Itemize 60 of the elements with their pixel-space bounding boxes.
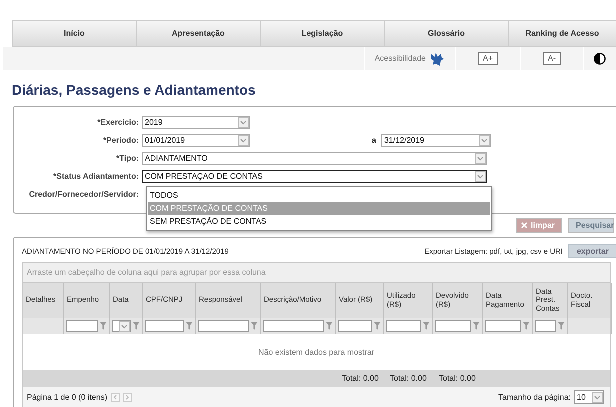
next-page-button[interactable] (122, 392, 132, 402)
filter-icon[interactable] (374, 322, 381, 330)
caret-icon (475, 152, 486, 164)
nav-tab[interactable]: Início (13, 21, 137, 46)
caret-icon (479, 134, 490, 146)
year-select[interactable]: 2019 (142, 116, 250, 128)
export-button[interactable]: exportar (568, 244, 616, 258)
nav-tab[interactable]: Legislação (261, 21, 385, 46)
close-icon (521, 222, 528, 229)
caret-icon (475, 170, 486, 182)
page-title: Diárias, Passagens e Adiantamentos (12, 82, 257, 98)
filter-input[interactable] (145, 320, 184, 332)
caret-icon (238, 134, 249, 146)
filter-icon[interactable] (186, 322, 193, 330)
filter-input[interactable] (66, 320, 98, 332)
filter-input[interactable] (485, 320, 521, 332)
filter-input[interactable] (338, 320, 372, 332)
chevron-right-icon (124, 394, 130, 400)
filter-icon[interactable] (473, 322, 480, 330)
field-label: *Status Adiantamento: (52, 172, 140, 180)
status-select[interactable]: COM PRESTAÇAO DE CONTAS (142, 170, 487, 182)
filter-input[interactable] (535, 320, 556, 332)
filter-icon[interactable] (423, 322, 430, 330)
chevron-left-icon (112, 394, 118, 400)
font-size-button[interactable]: A+ (478, 52, 498, 65)
field-label: *Exercício: (96, 118, 140, 126)
type-select[interactable]: ADIANTAMENTO (142, 152, 487, 164)
filter-icon[interactable] (558, 322, 565, 330)
font-size-button[interactable]: A- (543, 52, 561, 65)
page-size-select[interactable]: 10 (574, 390, 604, 404)
filter-icon[interactable] (133, 322, 140, 330)
start-date-select[interactable]: 01/01/2019 (142, 134, 250, 146)
nav-tab[interactable]: Glossário (385, 21, 509, 46)
prev-page-button[interactable] (110, 392, 120, 402)
group-hint: Arraste um cabeçalho de coluna aqui para agrupar por essa coluna (23, 263, 610, 283)
total-value: Total: 0.00 (390, 374, 427, 383)
pager-info: Página 1 de 0 (0 itens) (27, 392, 108, 402)
filter-input[interactable] (198, 320, 249, 332)
filter-input[interactable] (263, 320, 324, 332)
filter-icon[interactable] (523, 322, 530, 330)
filter-input[interactable] (386, 320, 421, 332)
page-size-label: Tamanho da página: (498, 392, 571, 402)
total-value: Total: 0.00 (439, 374, 476, 383)
caret-icon (238, 116, 249, 128)
nav-tab[interactable]: Ranking de Acesso (509, 21, 616, 46)
filter-input[interactable] (435, 320, 471, 332)
field-label: *Tipo: (115, 154, 140, 162)
end-date-select[interactable]: 31/12/2019 (381, 134, 492, 146)
date-filter[interactable] (112, 320, 131, 332)
range-label: a (372, 136, 376, 144)
contrast-icon[interactable] (594, 52, 606, 64)
filter-icon[interactable] (100, 322, 107, 330)
total-value: Total: 0.00 (342, 374, 379, 383)
filter-icon[interactable] (251, 322, 258, 330)
nav-tab[interactable]: Apresentação (137, 21, 261, 46)
accessibility-label: Acessibilidade (374, 54, 426, 63)
filter-icon[interactable] (326, 322, 333, 330)
caret-icon (592, 392, 603, 402)
field-label: Credor/Fornecedor/Servidor: (28, 190, 140, 198)
field-label: *Período: (102, 136, 140, 144)
